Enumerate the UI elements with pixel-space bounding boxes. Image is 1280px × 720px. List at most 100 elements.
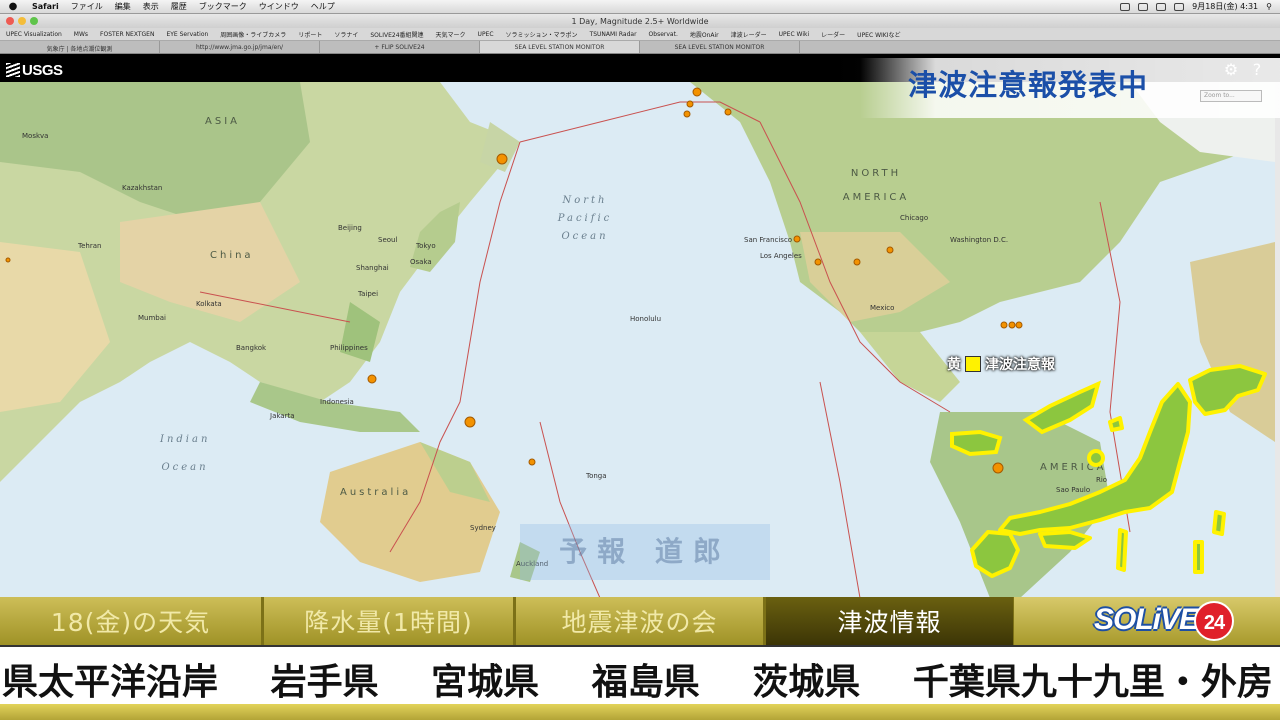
- map-city: Mexico: [870, 304, 895, 312]
- bookmark-item[interactable]: TSUNAMI Radar: [584, 31, 643, 38]
- bookmark-item[interactable]: ソラナイ: [328, 30, 364, 39]
- map-city: Shanghai: [356, 264, 389, 272]
- usgs-logo[interactable]: USGS: [6, 62, 63, 79]
- tab-precipitation[interactable]: 降水量(1時間): [264, 597, 516, 645]
- map-label-north-america: NORTH AMERICA: [842, 168, 910, 203]
- window-titlebar: 1 Day, Magnitude 2.5+ Worldwide: [0, 14, 1280, 28]
- close-window-button[interactable]: [6, 17, 14, 25]
- bookmark-item[interactable]: UPEC Wiki: [773, 31, 816, 38]
- solive-badge: 24: [1194, 601, 1234, 641]
- map-city: Jakarta: [270, 412, 295, 420]
- solive-logo: SOLiVE 24: [1094, 601, 1234, 641]
- map-city: Washington D.C.: [950, 236, 1009, 244]
- map-city: Osaka: [410, 258, 432, 266]
- map-city: Honolulu: [630, 315, 662, 323]
- bookmark-item[interactable]: 地震OnAir: [684, 30, 725, 39]
- map-city: Taipei: [358, 290, 379, 298]
- map-city: Tonga: [586, 472, 607, 480]
- map-city: Kazakhstan: [122, 184, 163, 192]
- tab-weather[interactable]: 18(金)の天気: [0, 597, 264, 645]
- map-city: Bangkok: [236, 344, 267, 352]
- tsunami-advisory-headline: 津波注意報発表中: [908, 68, 1149, 102]
- map-city: Sydney: [470, 524, 496, 532]
- help-icon[interactable]: ?: [1248, 60, 1266, 79]
- menu-bar: ● Safari ファイル 編集 表示 履歴 ブックマーク ウインドウ ヘルプ …: [0, 0, 1280, 14]
- battery-icon[interactable]: [1174, 2, 1185, 11]
- volume-icon[interactable]: [1156, 2, 1167, 11]
- ticker-footer-band: [0, 704, 1280, 720]
- tab-earthquake-tsunami[interactable]: 地震津波の会: [516, 597, 766, 645]
- map-city: Kolkata: [196, 300, 222, 308]
- gear-icon[interactable]: ⚙: [1222, 60, 1240, 79]
- minimize-window-button[interactable]: [18, 17, 26, 25]
- menu-history[interactable]: 履歴: [165, 1, 193, 12]
- bookmark-item[interactable]: FOSTER NEXTGEN: [94, 31, 160, 38]
- map-city: Philippines: [330, 344, 368, 352]
- menu-edit[interactable]: 編集: [109, 1, 137, 12]
- bookmarks-bar: UPEC Visualization MWs FOSTER NEXTGEN EY…: [0, 28, 1280, 41]
- map-label-asia: ASIA: [205, 116, 240, 127]
- legend-swatch: [965, 356, 981, 372]
- menu-help[interactable]: ヘルプ: [305, 1, 341, 12]
- bookmark-item[interactable]: UPEC: [472, 31, 500, 38]
- bookmark-item[interactable]: SOLIVE24番組関連: [364, 30, 429, 39]
- bookmark-item[interactable]: 津波レーダー: [725, 30, 773, 39]
- japan-advisory-map: [950, 364, 1267, 578]
- bookmark-item[interactable]: MWs: [68, 31, 94, 38]
- map-city: Indonesia: [320, 398, 354, 406]
- map-city: Los Angeles: [760, 252, 802, 260]
- map-city: Moskva: [22, 132, 49, 140]
- apple-icon[interactable]: ●: [0, 1, 26, 12]
- window-title: 1 Day, Magnitude 2.5+ Worldwide: [571, 16, 709, 26]
- solive-logo-text: SOLiVE: [1093, 602, 1199, 636]
- ticker-text: 県太平洋沿岸 岩手県 宮城県 福島県 茨城県 千葉県九十九里・外房: [2, 653, 1280, 704]
- map-city: San Francisco: [744, 236, 793, 244]
- bookmark-item[interactable]: レーダー: [815, 30, 851, 39]
- menu-view[interactable]: 表示: [137, 1, 165, 12]
- menu-app[interactable]: Safari: [26, 2, 65, 11]
- browser-tab[interactable]: http://www.jma.go.jp/jma/en/: [160, 41, 320, 53]
- browser-tab[interactable]: 気象庁 | 各地点潮位観測: [0, 41, 160, 53]
- map-label-china: China: [210, 250, 254, 261]
- map-label-indian-ocean: Indian Ocean: [160, 434, 211, 473]
- browser-tab-active[interactable]: SEA LEVEL STATION MONITOR: [480, 41, 640, 53]
- browser-tab[interactable]: SEA LEVEL STATION MONITOR: [640, 41, 800, 53]
- solive-brand: SOLiVE 24: [1014, 597, 1280, 645]
- bookmark-item[interactable]: リポート: [292, 30, 328, 39]
- usgs-logo-text: USGS: [22, 62, 63, 79]
- map-city: Beijing: [338, 224, 362, 232]
- ticker-item: 茨城県: [752, 662, 861, 703]
- map-label-australia: Australia: [340, 487, 412, 498]
- news-ticker: 県太平洋沿岸 岩手県 宮城県 福島県 茨城県 千葉県九十九里・外房: [0, 645, 1280, 704]
- map-label-north-pacific: North Pacific Ocean: [557, 195, 613, 242]
- display-icon[interactable]: [1120, 2, 1131, 11]
- window-controls: [6, 17, 38, 25]
- bookmark-item[interactable]: 天気マーク: [430, 30, 472, 39]
- bookmark-item[interactable]: 周囲画像・ライブカメラ: [214, 30, 292, 39]
- bookmark-item[interactable]: UPEC WIKIなど: [851, 30, 906, 39]
- zoom-window-button[interactable]: [30, 17, 38, 25]
- browser-tab-bar: 気象庁 | 各地点潮位観測 http://www.jma.go.jp/jma/e…: [0, 41, 1280, 54]
- bookmark-item[interactable]: Observat.: [643, 31, 684, 38]
- zoom-to-select[interactable]: Zoom to...: [1200, 90, 1262, 102]
- ticker-item: 岩手県: [270, 662, 379, 703]
- menu-window[interactable]: ウインドウ: [253, 1, 305, 12]
- spotlight-icon[interactable]: ⚲: [1266, 2, 1272, 11]
- menu-bookmarks[interactable]: ブックマーク: [193, 1, 253, 12]
- bookmark-item[interactable]: ソラミッション・マラポン: [500, 30, 584, 39]
- advisory-legend: 黄 津波注意報: [947, 354, 1055, 374]
- bookmark-item[interactable]: EYE Servation: [160, 31, 214, 38]
- legend-label: 津波注意報: [985, 357, 1055, 373]
- wifi-icon[interactable]: [1138, 2, 1149, 11]
- menubar-clock[interactable]: 9月18日(金) 4:31: [1192, 1, 1258, 12]
- tab-tsunami-info[interactable]: 津波情報: [766, 597, 1016, 645]
- caster-name-watermark: 予報 道郎: [520, 524, 770, 580]
- bookmark-item[interactable]: UPEC Visualization: [0, 31, 68, 38]
- usgs-wave-icon: [6, 63, 20, 77]
- map-city: Tokyo: [416, 242, 436, 250]
- map-city: Chicago: [900, 214, 929, 222]
- browser-tab[interactable]: + FLIP SOLIVE24: [320, 41, 480, 53]
- menu-file[interactable]: ファイル: [65, 1, 109, 12]
- ticker-item: 千葉県九十九里・外房: [912, 662, 1273, 703]
- map-city: Seoul: [378, 236, 398, 244]
